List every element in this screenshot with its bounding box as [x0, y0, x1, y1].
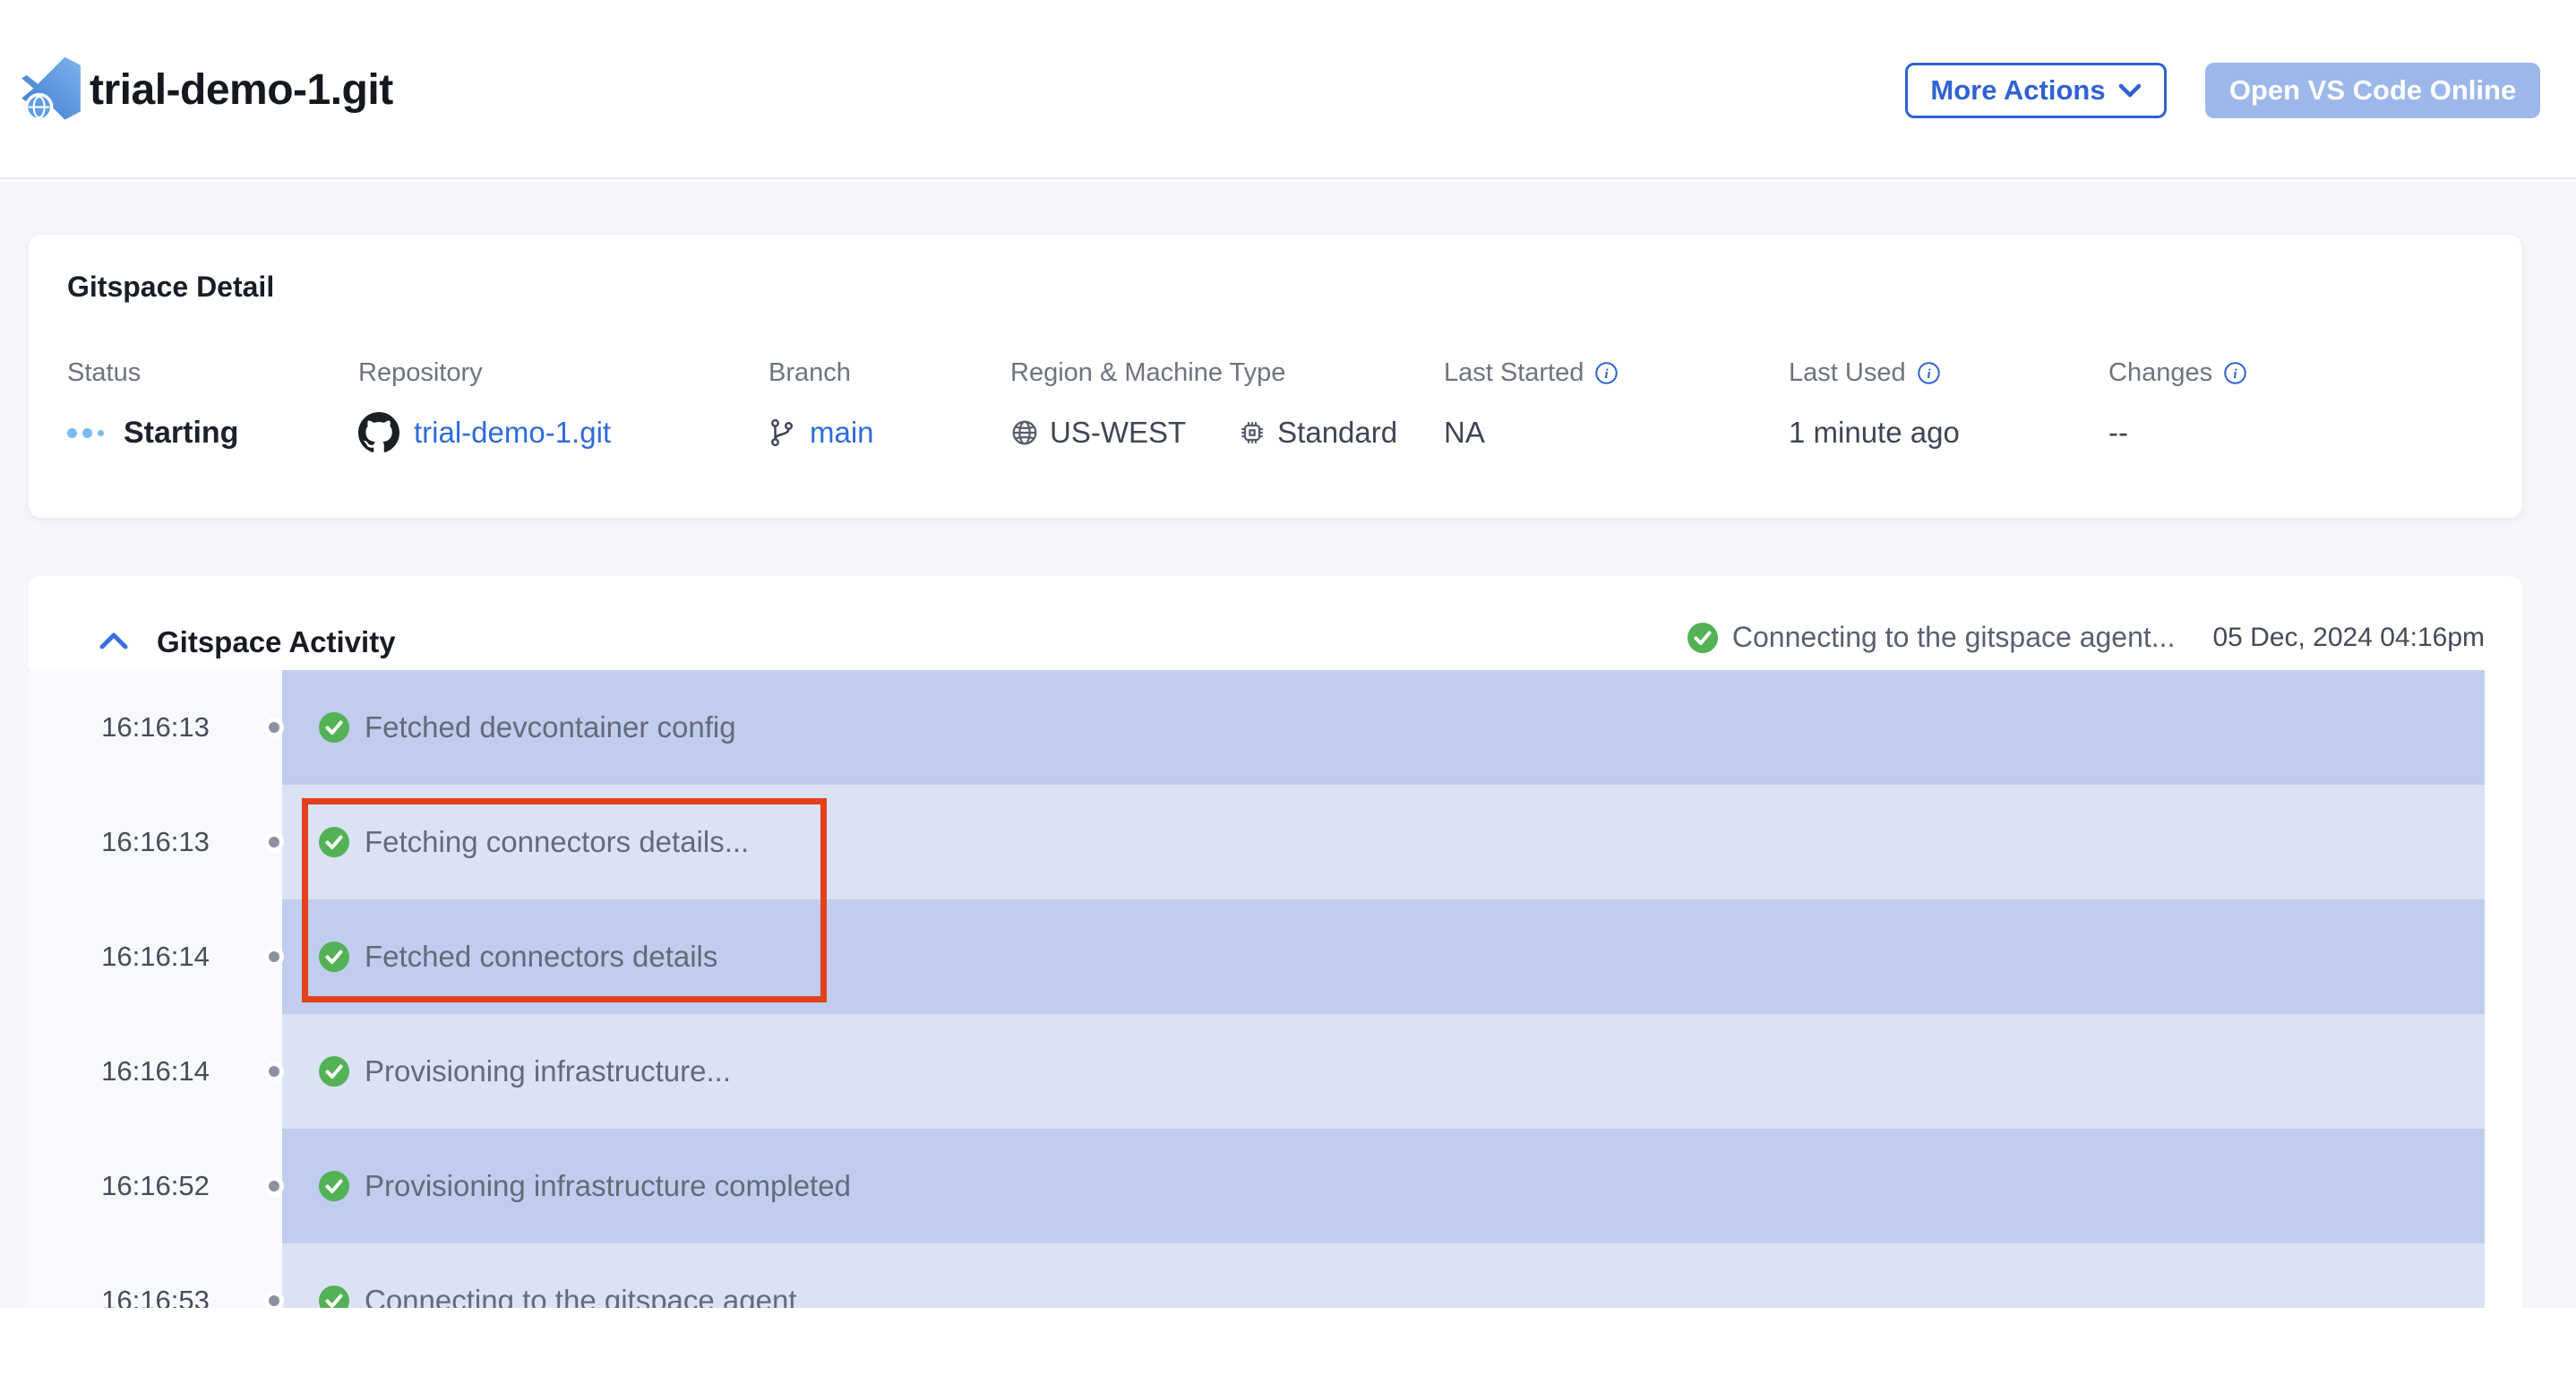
log-row-time: 16:16:14 — [29, 1055, 282, 1088]
field-last-started: Last Started i NA — [1444, 358, 1619, 458]
status-loading-dots-icon — [67, 428, 104, 438]
field-repository: Repository trial-demo-1.git — [358, 358, 611, 458]
more-actions-button[interactable]: More Actions — [1905, 63, 2167, 118]
more-actions-label: More Actions — [1930, 74, 2105, 107]
activity-log: 16:16:13 Fetched devcontainer config 16:… — [29, 670, 2522, 1308]
field-region-machine: Region & Machine Type US-WEST — [1010, 358, 1397, 458]
repository-link[interactable]: trial-demo-1.git — [414, 416, 611, 450]
last-started-label: Last Started — [1444, 358, 1584, 388]
repository-label: Repository — [358, 358, 611, 388]
branch-link[interactable]: main — [810, 416, 874, 450]
check-circle-icon — [318, 1055, 350, 1088]
timeline-dot-icon — [264, 947, 284, 967]
github-icon — [358, 412, 399, 453]
timeline-dot-icon — [264, 1062, 284, 1081]
field-status: Status Starting — [67, 358, 238, 458]
log-row-time: 16:16:14 — [29, 941, 282, 973]
last-used-value: 1 minute ago — [1789, 416, 1960, 450]
log-row-message: Provisioning infrastructure completed — [365, 1169, 851, 1203]
log-row-time: 16:16:13 — [29, 711, 282, 744]
changes-label: Changes — [2108, 358, 2212, 388]
log-row: 16:16:14 Provisioning infrastructure... — [282, 1014, 2485, 1129]
last-used-label: Last Used — [1789, 358, 1906, 388]
globe-icon — [1010, 418, 1039, 447]
last-started-value: NA — [1444, 416, 1485, 450]
timeline-dot-icon — [264, 832, 284, 852]
check-circle-icon — [1687, 622, 1719, 654]
page-title: trial-demo-1.git — [90, 65, 393, 115]
log-row-message: Connecting to the gitspace agent — [365, 1284, 797, 1308]
timeline-dot-icon — [264, 1291, 284, 1308]
detail-card-title: Gitspace Detail — [67, 271, 274, 304]
log-row-message: Fetching connectors details... — [365, 825, 749, 859]
check-circle-icon — [318, 1170, 350, 1202]
timeline-dot-icon — [264, 1176, 284, 1196]
svg-text:i: i — [1605, 366, 1610, 382]
git-branch-icon — [769, 417, 795, 448]
log-row: 16:16:13 Fetched devcontainer config — [282, 670, 2485, 785]
collapse-chevron-up-icon[interactable] — [97, 623, 133, 658]
timeline-dot-icon — [264, 718, 284, 737]
machine-type-icon — [1238, 418, 1267, 447]
region-value: US-WEST — [1050, 416, 1186, 450]
field-changes: Changes i -- — [2108, 358, 2247, 458]
status-label: Status — [67, 358, 238, 388]
vscode-gitspace-logo-icon — [20, 56, 82, 124]
info-icon[interactable]: i — [1594, 361, 1619, 385]
log-rows: 16:16:13 Fetched devcontainer config 16:… — [282, 670, 2485, 1308]
info-icon[interactable]: i — [1917, 361, 1941, 385]
log-row: 16:16:52 Provisioning infrastructure com… — [282, 1129, 2485, 1243]
machine-type-value: Standard — [1277, 416, 1397, 450]
gitspace-detail-card: Gitspace Detail Status Starting Reposito… — [29, 235, 2522, 518]
log-time-column — [29, 670, 282, 1308]
log-row: 16:16:13 Fetching connectors details... — [282, 785, 2485, 899]
log-row: 16:16:14 Fetched connectors details — [282, 899, 2485, 1014]
branch-label: Branch — [769, 358, 874, 388]
field-last-used: Last Used i 1 minute ago — [1789, 358, 1960, 458]
svg-text:i: i — [1927, 366, 1931, 382]
log-row-message: Fetched connectors details — [365, 940, 717, 974]
log-row-time: 16:16:53 — [29, 1285, 282, 1308]
status-value: Starting — [124, 416, 238, 451]
check-circle-icon — [318, 1285, 350, 1308]
log-row-time: 16:16:13 — [29, 826, 282, 858]
chevron-down-icon — [2118, 82, 2142, 99]
activity-status-text: Connecting to the gitspace agent... — [1732, 621, 2176, 654]
log-row-message: Provisioning infrastructure... — [365, 1054, 731, 1088]
changes-value: -- — [2108, 416, 2128, 450]
region-machine-label: Region & Machine Type — [1010, 358, 1397, 388]
info-icon[interactable]: i — [2223, 361, 2247, 385]
activity-latest-status: Connecting to the gitspace agent... 05 D… — [1687, 621, 2485, 654]
check-circle-icon — [318, 711, 350, 744]
page-header: trial-demo-1.git More Actions Open VS Co… — [0, 0, 2576, 179]
gitspace-activity-card: Gitspace Activity Connecting to the gits… — [29, 576, 2522, 1308]
log-row-time: 16:16:52 — [29, 1170, 282, 1202]
field-branch: Branch main — [769, 358, 874, 458]
activity-title: Gitspace Activity — [157, 625, 396, 659]
log-row: 16:16:53 Connecting to the gitspace agen… — [282, 1243, 2485, 1308]
activity-header: Gitspace Activity Connecting to the gits… — [29, 576, 2522, 670]
svg-text:i: i — [2233, 366, 2237, 382]
check-circle-icon — [318, 826, 350, 858]
activity-timestamp: 05 Dec, 2024 04:16pm — [2212, 623, 2485, 653]
check-circle-icon — [318, 941, 350, 973]
log-row-message: Fetched devcontainer config — [365, 710, 736, 744]
header-actions: More Actions Open VS Code Online — [1905, 63, 2540, 118]
open-vscode-online-button[interactable]: Open VS Code Online — [2205, 63, 2540, 118]
